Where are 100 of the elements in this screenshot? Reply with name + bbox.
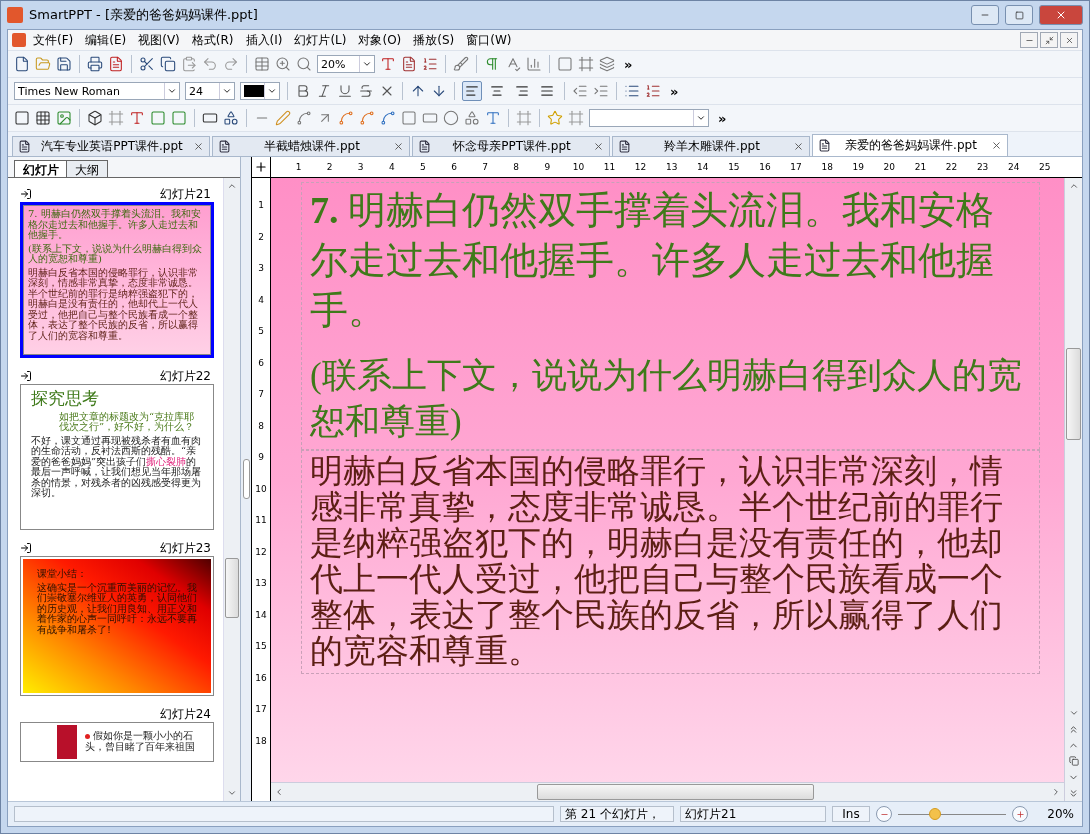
menu-item[interactable]: 格式(R) bbox=[186, 30, 239, 50]
slide-body-text: 明赫白反省本国的侵略罪行，认识非常深刻，情感非常真挚，态度非常诚恳。半个世纪前的罪行是纳粹强盗犯下的，明赫白是没有责任的，他却代上一代人受过，他把自己与整个民族看成一个整体，表达了整个民族的反省，所以赢得了人们的宽容和尊重。 bbox=[28, 267, 199, 341]
rounded-rectangle-icon[interactable] bbox=[422, 110, 438, 126]
grow-font-icon[interactable] bbox=[410, 83, 426, 99]
close-tab-icon[interactable] bbox=[593, 141, 604, 152]
more-button[interactable]: » bbox=[666, 83, 683, 99]
underline-icon[interactable] bbox=[337, 83, 353, 99]
photo-placeholder bbox=[57, 725, 77, 759]
save-icon[interactable] bbox=[56, 56, 72, 72]
zoom-slider-thumb[interactable] bbox=[928, 808, 941, 820]
zoom-out-button[interactable] bbox=[876, 806, 892, 822]
slide-thumbnail[interactable]: 假如你是一颗小小的石头，曾目睹了百年来祖国 bbox=[20, 722, 214, 762]
page-icon[interactable] bbox=[557, 56, 573, 72]
connector-icon[interactable] bbox=[338, 110, 354, 126]
media-icon[interactable] bbox=[202, 110, 218, 126]
zoom-in-button[interactable] bbox=[1012, 806, 1028, 822]
panel-tab[interactable]: 幻灯片 bbox=[14, 160, 68, 177]
pilcrow-icon[interactable] bbox=[484, 56, 500, 72]
menu-item[interactable]: 幻灯片(L) bbox=[289, 30, 352, 50]
menu-item[interactable]: 视图(V) bbox=[133, 30, 185, 50]
shrink-font-icon[interactable] bbox=[431, 83, 447, 99]
list-icon[interactable] bbox=[422, 56, 438, 72]
ellipse-icon[interactable] bbox=[443, 110, 459, 126]
group-icon[interactable] bbox=[223, 110, 239, 126]
wordart-icon[interactable] bbox=[485, 110, 501, 126]
menu-item[interactable]: 文件(F) bbox=[28, 30, 79, 50]
menu-item[interactable]: 插入(I) bbox=[240, 30, 288, 50]
open-folder-icon[interactable] bbox=[35, 56, 51, 72]
curve-icon[interactable] bbox=[296, 110, 312, 126]
document-tab[interactable]: 羚羊木雕课件.ppt bbox=[612, 136, 810, 156]
bold-icon[interactable] bbox=[295, 83, 311, 99]
close-button[interactable] bbox=[1039, 5, 1083, 25]
textbox-icon[interactable] bbox=[129, 110, 145, 126]
minimize-button[interactable] bbox=[971, 5, 999, 25]
align-left-button[interactable] bbox=[462, 81, 482, 101]
document-tab[interactable]: 亲爱的爸爸妈妈课件.ppt bbox=[812, 134, 1008, 156]
menu-item[interactable]: 播放(S) bbox=[408, 30, 460, 50]
chart-icon[interactable] bbox=[526, 56, 542, 72]
curved-connector-icon[interactable] bbox=[380, 110, 396, 126]
zoom-dropdown[interactable]: 20% bbox=[317, 55, 375, 73]
italic-icon[interactable] bbox=[316, 83, 332, 99]
bullet-list-icon[interactable] bbox=[624, 83, 640, 99]
font-dropdown[interactable]: Times New Roman bbox=[14, 82, 180, 100]
table-icon[interactable] bbox=[35, 110, 51, 126]
menu-item[interactable]: 编辑(E) bbox=[80, 30, 132, 50]
more-button[interactable]: » bbox=[620, 56, 637, 72]
star-icon[interactable] bbox=[547, 110, 563, 126]
font-size-dropdown[interactable]: 24 bbox=[185, 82, 235, 100]
document-tab[interactable]: 怀念母亲PPT课件.ppt bbox=[412, 136, 610, 156]
pen-icon[interactable] bbox=[275, 110, 291, 126]
close-tab-icon[interactable] bbox=[393, 141, 404, 152]
paste-icon[interactable] bbox=[181, 56, 197, 72]
redo-icon[interactable] bbox=[223, 56, 239, 72]
splitter-handle[interactable] bbox=[242, 459, 250, 499]
strikethrough-icon[interactable] bbox=[358, 83, 374, 99]
document-tab[interactable]: 汽车专业英语PPT课件.ppt bbox=[12, 136, 210, 156]
style-dropdown[interactable] bbox=[589, 109, 709, 127]
undo-icon[interactable] bbox=[202, 56, 218, 72]
close-tab-icon[interactable] bbox=[793, 141, 804, 152]
slide-thumbnail[interactable]: 课堂小结： 这确实是一个沉重而美丽的记忆。我们崇敬塞尔维亚人的英勇，认同他们的历史观，让我们用良知、用正义和着作家的心声一同呼吁：永远不要再有战争和屠杀了! bbox=[20, 556, 214, 696]
cut-icon[interactable] bbox=[139, 56, 155, 72]
numbered-list-icon[interactable] bbox=[645, 83, 661, 99]
placeholder-icon[interactable] bbox=[171, 110, 187, 126]
color-dropdown[interactable] bbox=[240, 82, 280, 100]
shapes-icon[interactable] bbox=[464, 110, 480, 126]
print-icon[interactable] bbox=[87, 56, 103, 72]
menu-item[interactable]: 对象(O) bbox=[353, 30, 407, 50]
scrollbar-thumb[interactable] bbox=[225, 558, 239, 618]
elbow-connector-icon[interactable] bbox=[359, 110, 375, 126]
search-icon[interactable] bbox=[296, 56, 312, 72]
brush-icon[interactable] bbox=[453, 56, 469, 72]
spellcheck-icon[interactable] bbox=[505, 56, 521, 72]
panel-tab[interactable]: 大纲 bbox=[66, 160, 108, 177]
image-icon[interactable] bbox=[56, 110, 72, 126]
slide-thumbnail[interactable]: 7. 明赫白仍然双手撑着头流泪。我和安格尔走过去和他握手。许多人走过去和他握手。 (联系上下文，说说为什么明赫白得到众人的宽恕和尊重) 明赫白反省本国的侵略罪行，认识非常深刻，情感非常真挚，态度非常诚恳。半个世纪前的罪行是纳粹强盗犯下的，明赫白是没有责任的，他却代上一代人受过，他把自己与整个民族看成一个整体，表达了整个民族的反省，所以赢得了人们的宽容和尊重。 bbox=[20, 202, 214, 358]
copy-icon[interactable] bbox=[160, 56, 176, 72]
object-icon[interactable] bbox=[87, 110, 103, 126]
zoom-icon[interactable] bbox=[275, 56, 291, 72]
restore-button[interactable] bbox=[1040, 32, 1058, 48]
slide-thumbnail[interactable]: 探究思考 如把文章的标题改为“克拉库耶伐次之行”，好不好，为什么？ 不好，课文通过再现被残杀者有血有肉的生命活动，反衬法西斯的残酷。“亲爱的爸爸妈妈”突出孩子们撕心裂肺的最后一声呼喊，让我们想见当年那场屠杀的情景，对残杀者的凶残感受得更为深切。 bbox=[20, 384, 214, 530]
close-button[interactable] bbox=[1060, 32, 1078, 48]
menu-item[interactable]: 窗口(W) bbox=[461, 30, 517, 50]
rectangle-icon[interactable] bbox=[401, 110, 417, 126]
new-file-icon[interactable] bbox=[14, 56, 30, 72]
more-button[interactable]: » bbox=[714, 110, 731, 126]
scrollbar-thumb[interactable] bbox=[1066, 348, 1081, 440]
layers-icon[interactable] bbox=[599, 56, 615, 72]
close-tab-icon[interactable] bbox=[991, 140, 1002, 151]
minimize-button[interactable] bbox=[1020, 32, 1038, 48]
placeholder-icon[interactable] bbox=[150, 110, 166, 126]
document-tab[interactable]: 半截蜡烛课件.ppt bbox=[212, 136, 410, 156]
table-icon[interactable] bbox=[254, 56, 270, 72]
indent-icon[interactable] bbox=[593, 83, 609, 99]
outdent-icon[interactable] bbox=[572, 83, 588, 99]
close-tab-icon[interactable] bbox=[193, 141, 204, 152]
maximize-button[interactable] bbox=[1005, 5, 1033, 25]
notes-icon[interactable] bbox=[401, 56, 417, 72]
pdf-icon[interactable] bbox=[108, 56, 124, 72]
text-icon[interactable] bbox=[380, 56, 396, 72]
scrollbar-thumb[interactable] bbox=[537, 784, 814, 800]
